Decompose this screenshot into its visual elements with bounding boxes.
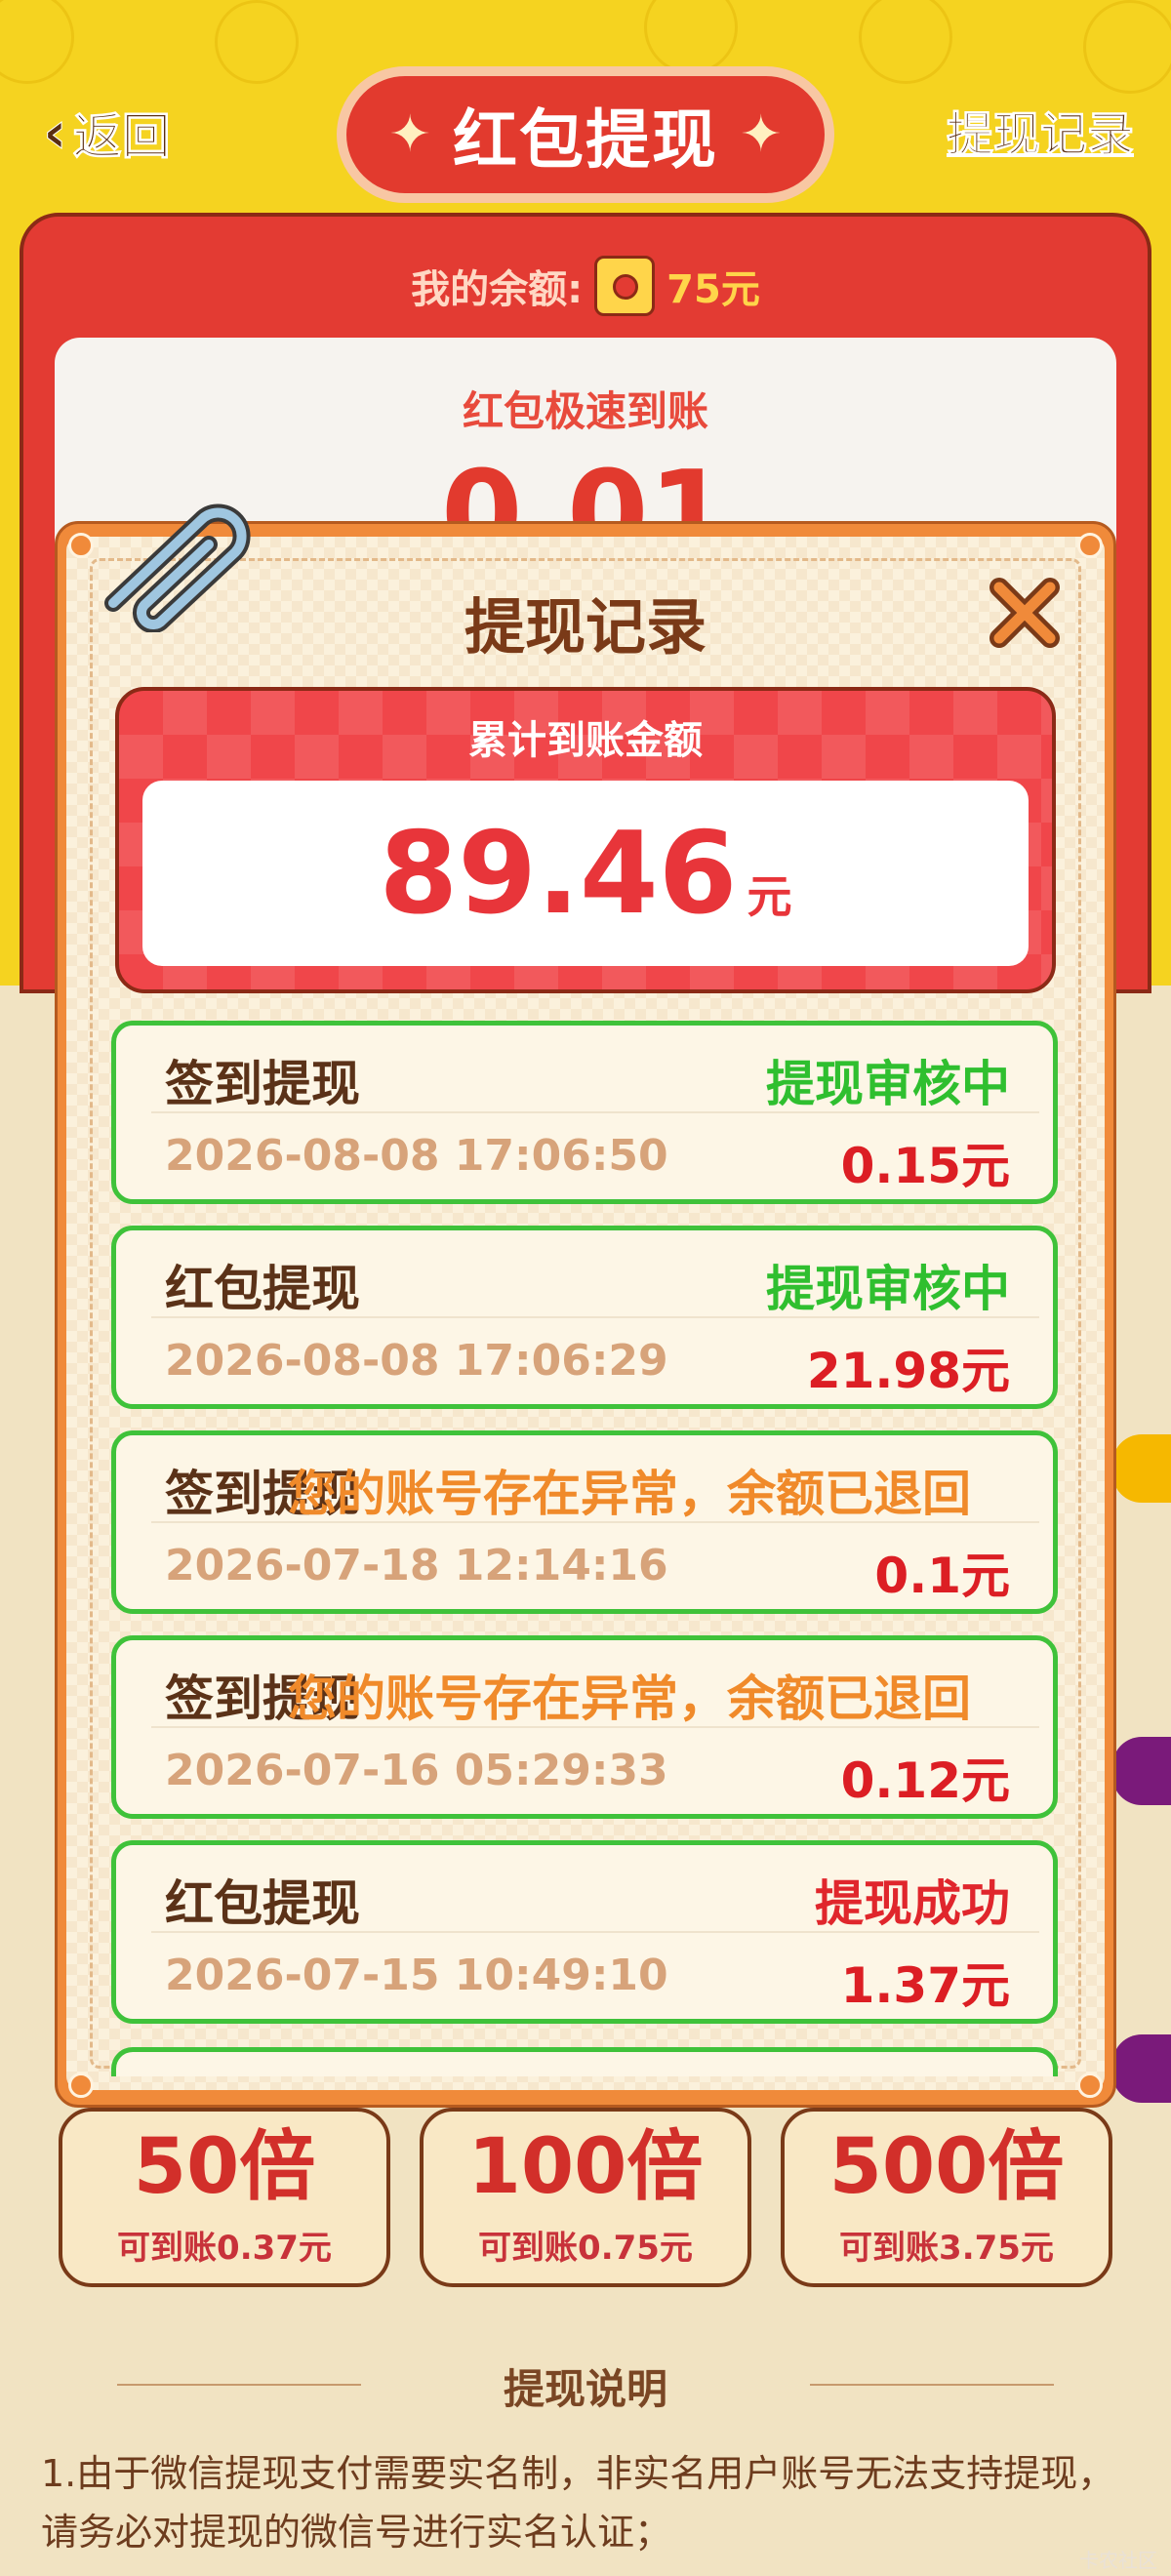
- record-status: 提现成功: [815, 1875, 1010, 1932]
- rivet-icon: [68, 533, 94, 558]
- total-label: 累计到账金额: [468, 718, 703, 763]
- record-type: 红包提现: [165, 1261, 360, 1317]
- multiplier-payout: 可到账0.75元: [478, 2229, 693, 2268]
- total-amount-unit: 元: [747, 870, 792, 923]
- record-type: 签到提现: [165, 1056, 360, 1112]
- record-item: 签到提现 您的账号存在异常，余额已退回 2026-07-16 05:29:33 …: [111, 1635, 1058, 1819]
- record-item: 签到提现 您的账号存在异常，余额已退回 2026-07-18 12:14:16 …: [111, 1430, 1058, 1614]
- close-icon[interactable]: [986, 574, 1064, 652]
- record-amount: 0.15元: [840, 1138, 1010, 1194]
- record-item-partial: [111, 2047, 1058, 2076]
- explain-text: 1.由于微信提现支付需要实名制，非实名用户账号无法支持提现，请务必对提现的微信号…: [41, 2452, 1115, 2554]
- multiplier-value: 50倍: [133, 2123, 316, 2211]
- record-time: 2026-07-15 10:49:10: [165, 1951, 668, 2000]
- side-coin-icon[interactable]: [1112, 1434, 1171, 1503]
- record-error-message: 您的账号存在异常，余额已退回: [288, 1670, 971, 1727]
- back-label: 返回: [72, 108, 171, 166]
- record-status: 提现审核中: [766, 1261, 1010, 1317]
- rivet-icon: [68, 2073, 94, 2098]
- total-amount: 89.46 元: [142, 808, 1029, 940]
- record-type: 红包提现: [165, 1875, 360, 1932]
- record-amount: 0.1元: [874, 1548, 1010, 1604]
- record-item: 红包提现 提现审核中 2026-08-08 17:06:29 21.98元: [111, 1226, 1058, 1409]
- rivet-icon: [1077, 2073, 1103, 2098]
- page-title: 红包提现: [453, 102, 718, 178]
- withdraw-record-link[interactable]: 提现记录: [946, 96, 1134, 164]
- chevron-left-icon: ‹: [43, 99, 68, 167]
- watermark: 卡农社区: [1079, 2549, 1157, 2572]
- record-time: 2026-07-16 05:29:33: [165, 1746, 668, 1795]
- back-button[interactable]: ‹ 返回: [43, 98, 172, 168]
- fruit-pattern-icon: [644, 0, 738, 74]
- balance-row: 我的余额: 75元: [0, 256, 1171, 316]
- multiplier-option[interactable]: 100倍 可到账0.75元: [420, 2108, 751, 2287]
- rivet-icon: [1077, 533, 1103, 558]
- multiplier-payout: 可到账0.37元: [117, 2229, 332, 2268]
- record-amount: 1.37元: [840, 1957, 1010, 2014]
- multiplier-option[interactable]: 500倍 可到账3.75元: [781, 2108, 1112, 2287]
- side-badge-icon[interactable]: [1112, 1737, 1171, 1805]
- record-time: 2026-08-08 17:06:50: [165, 1131, 668, 1181]
- record-status: 提现审核中: [766, 1056, 1010, 1112]
- fruit-pattern-icon: [0, 0, 74, 84]
- sparkle-icon: ✦: [740, 105, 783, 164]
- sparkle-icon: ✦: [388, 105, 431, 164]
- side-badge-icon[interactable]: [1112, 2034, 1171, 2103]
- multiplier-value: 100倍: [467, 2123, 704, 2211]
- record-item: 红包提现 提现成功 2026-07-15 10:49:10 1.37元: [111, 1840, 1058, 2024]
- fruit-pattern-icon: [859, 0, 952, 84]
- multiplier-payout: 可到账3.75元: [839, 2229, 1054, 2268]
- balance-amount: 75元: [666, 267, 760, 312]
- fruit-pattern-icon: [1083, 0, 1171, 94]
- explain-title: 提现说明: [503, 2365, 667, 2413]
- record-amount: 21.98元: [806, 1343, 1010, 1399]
- record-error-message: 您的账号存在异常，余额已退回: [288, 1466, 971, 1522]
- total-amount-value: 89.46: [379, 808, 738, 940]
- speed-title: 红包极速到账: [462, 387, 708, 435]
- page-title-banner: ✦ 红包提现 ✦: [337, 66, 834, 203]
- multiplier-value: 500倍: [828, 2123, 1065, 2211]
- wallet-icon: [594, 256, 656, 316]
- fruit-pattern-icon: [215, 0, 299, 84]
- record-item: 签到提现 提现审核中 2026-08-08 17:06:50 0.15元: [111, 1021, 1058, 1204]
- divider: [810, 2384, 1054, 2386]
- record-time: 2026-08-08 17:06:29: [165, 1336, 668, 1386]
- balance-label: 我的余额:: [411, 267, 584, 312]
- record-time: 2026-07-18 12:14:16: [165, 1541, 668, 1590]
- record-amount: 0.12元: [840, 1752, 1010, 1809]
- multiplier-option[interactable]: 50倍 可到账0.37元: [59, 2108, 390, 2287]
